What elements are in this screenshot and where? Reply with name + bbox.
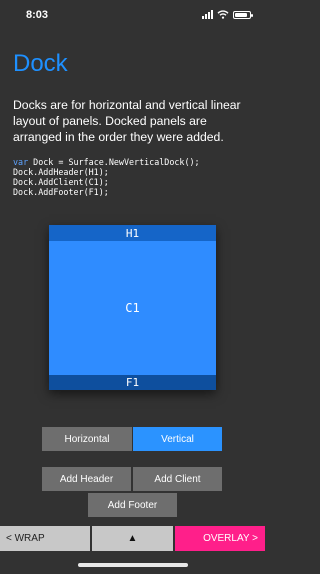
status-time: 8:03 <box>26 9 49 21</box>
code-line-4: Dock.AddFooter(F1); <box>13 187 109 197</box>
page-description: Docks are for horizontal and vertical li… <box>13 98 241 144</box>
overlay-button[interactable]: OVERLAY > <box>175 526 265 551</box>
status-bar: 8:03 <box>0 0 265 30</box>
code-line-2: Dock.AddHeader(H1); <box>13 167 109 177</box>
status-icons <box>202 10 253 19</box>
add-client-button[interactable]: Add Client <box>133 467 222 491</box>
home-indicator[interactable] <box>78 563 188 567</box>
code-keyword: var <box>13 157 29 167</box>
up-arrow-button[interactable]: ▲ <box>92 526 173 551</box>
dock-header-panel: H1 <box>49 225 216 241</box>
vertical-button[interactable]: Vertical <box>133 427 222 451</box>
add-header-button[interactable]: Add Header <box>42 467 131 491</box>
dock-preview: H1 C1 F1 <box>49 225 216 390</box>
cellular-signal-icon <box>202 10 213 19</box>
code-sample: var Dock = Surface.NewVerticalDock(); Do… <box>13 157 200 197</box>
code-line-3: Dock.AddClient(C1); <box>13 177 109 187</box>
code-line-1: Dock = Surface.NewVerticalDock(); <box>28 157 200 167</box>
dock-client-panel: C1 <box>125 301 140 315</box>
battery-icon <box>233 10 253 19</box>
wrap-button[interactable]: < WRAP <box>0 526 90 551</box>
page-title: Dock <box>13 50 68 77</box>
wifi-icon <box>217 10 229 19</box>
dock-footer-panel: F1 <box>49 375 216 390</box>
horizontal-button[interactable]: Horizontal <box>42 427 132 451</box>
add-footer-button[interactable]: Add Footer <box>88 493 177 517</box>
